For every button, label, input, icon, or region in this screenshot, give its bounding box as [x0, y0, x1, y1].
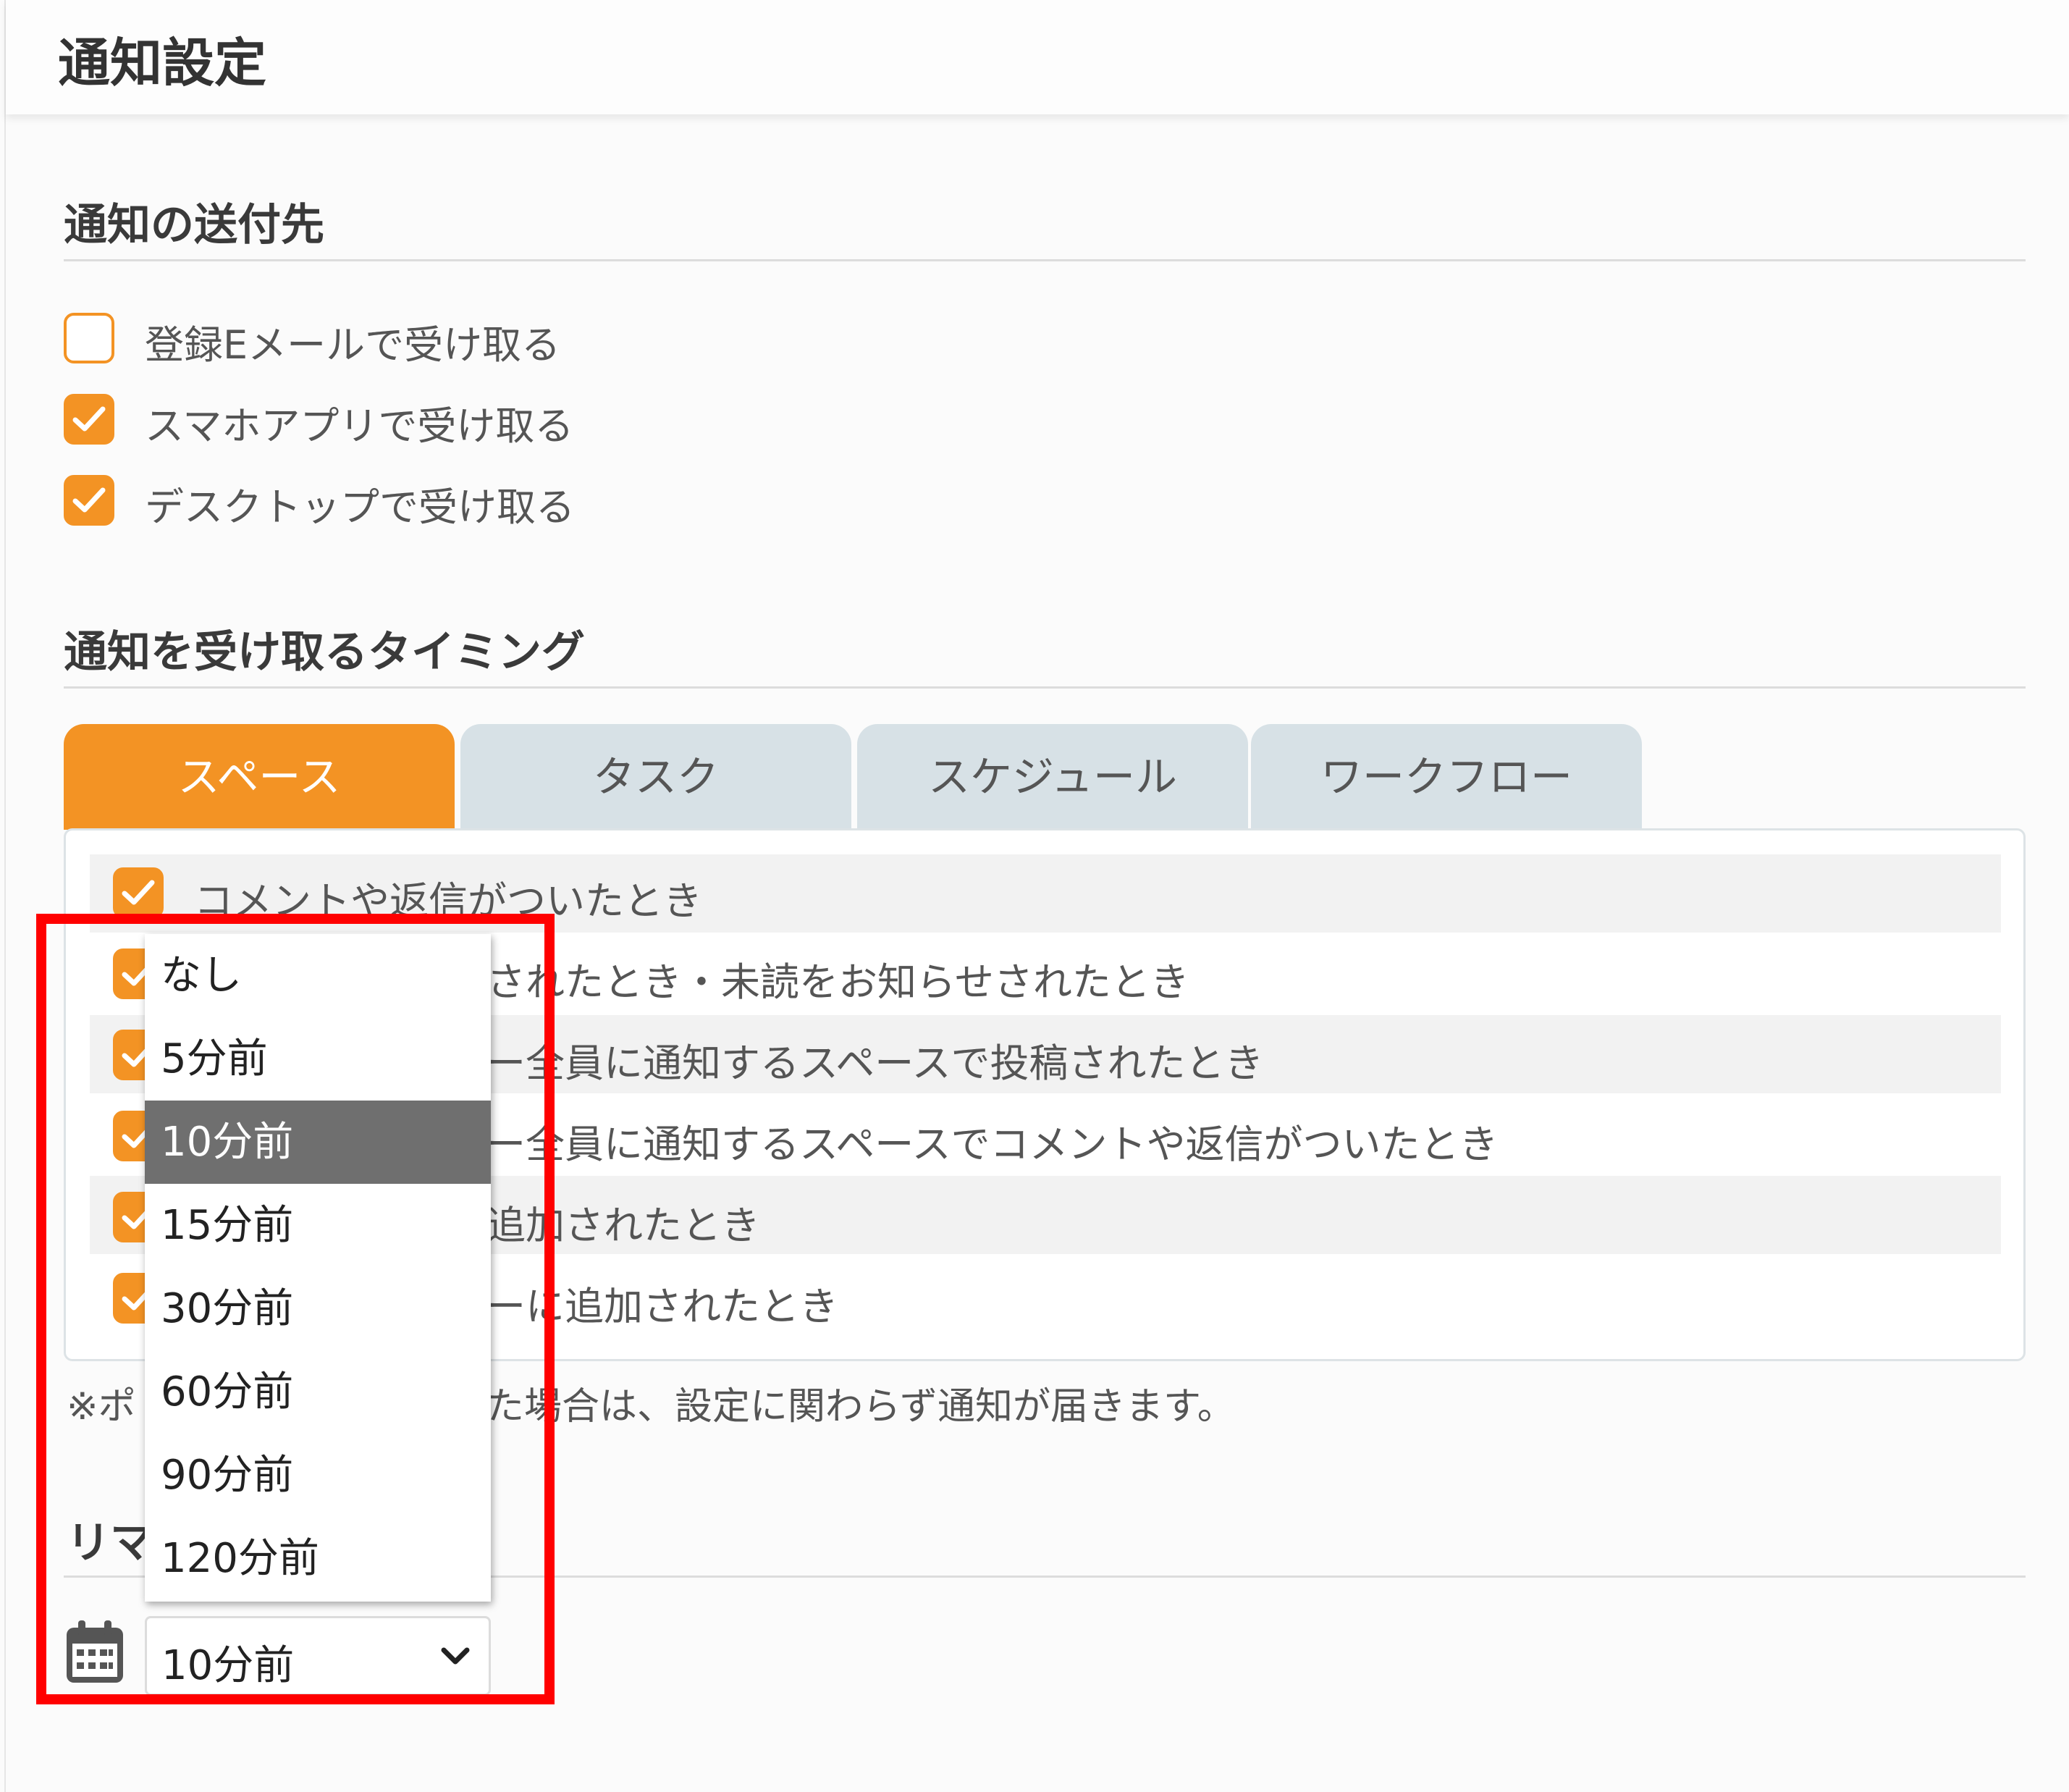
divider — [64, 259, 2026, 261]
tab-task[interactable]: タスク — [460, 724, 851, 830]
timing-row-label: ー全員に通知するスペースでコメントや返信がついたとき — [486, 1122, 1499, 1167]
footnote-suffix: た場合は、設定に関わらず通知が届きます。 — [486, 1385, 1235, 1429]
checkbox-email-label: 登録Eメールで受け取る — [145, 322, 561, 368]
timing-row-label: ー全員に通知するスペースで投稿されたとき — [486, 1040, 1264, 1086]
divider — [64, 686, 2026, 689]
timing-row-label: されたとき・未読をお知らせされたとき — [486, 959, 1189, 1005]
check-icon — [72, 406, 106, 432]
tab-workflow[interactable]: ワークフロー — [1251, 724, 1642, 830]
checkbox-desktop[interactable] — [64, 475, 114, 526]
checkbox-smartphone-label: スマホアプリで受け取る — [145, 403, 574, 449]
page-title: 通知設定 — [58, 33, 267, 93]
timing-section-title: 通知を受け取るタイミング — [64, 627, 585, 678]
page-header: 通知設定 — [6, 0, 2069, 114]
highlight-box — [36, 914, 555, 1704]
checkbox-email[interactable] — [64, 313, 114, 363]
destination-section-title: 通知の送付先 — [64, 200, 324, 251]
check-icon — [72, 487, 106, 513]
tab-schedule[interactable]: スケジュール — [857, 724, 1248, 830]
checkbox-desktop-label: デスクトップで受け取る — [145, 484, 575, 530]
check-icon — [122, 880, 155, 905]
timing-checkbox-0[interactable] — [113, 867, 164, 918]
left-border — [4, 0, 6, 1792]
tab-space[interactable]: スペース — [64, 724, 455, 830]
checkbox-smartphone[interactable] — [64, 394, 114, 445]
